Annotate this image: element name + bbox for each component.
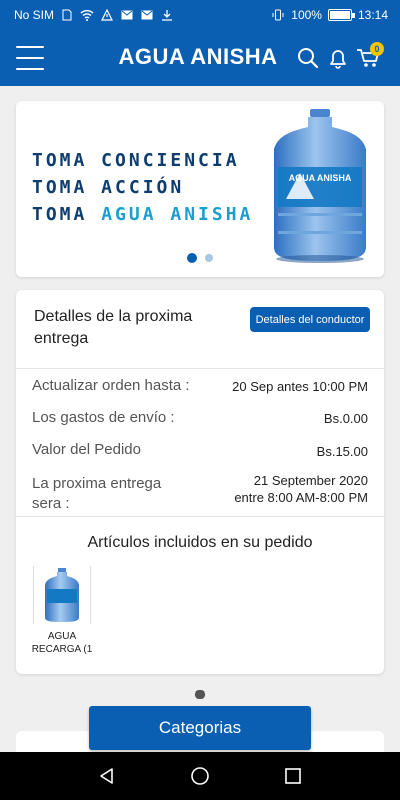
banner-slogan: TOMA CONCIENCIA TOMA ACCIÓN TOMA AGUA AN… xyxy=(32,147,253,228)
app-title: AGUA ANISHA xyxy=(118,44,278,69)
home-icon[interactable] xyxy=(180,756,220,796)
categories-button[interactable]: Categorias xyxy=(89,706,311,750)
app-bar: AGUA ANISHA 0 xyxy=(0,30,400,86)
promo-banner[interactable]: TOMA CONCIENCIA TOMA ACCIÓN TOMA AGUA AN… xyxy=(16,101,384,277)
recents-icon[interactable] xyxy=(273,756,313,796)
banner-line-1: TOMA CONCIENCIA xyxy=(32,150,240,171)
carousel-indicator xyxy=(16,253,384,263)
wifi-icon xyxy=(80,8,94,22)
order-item[interactable]: AGUA RECARGA (1 xyxy=(30,566,94,656)
driver-details-button[interactable]: Detalles del conductor xyxy=(250,307,370,332)
next-delivery-label: La proxima entrega sera : xyxy=(32,475,162,512)
product-image xyxy=(33,566,91,624)
update-order-value: 20 Sep antes 10:00 PM xyxy=(232,379,368,394)
page-indicator-dot xyxy=(195,690,205,699)
update-order-label: Actualizar orden hasta : xyxy=(32,377,190,394)
battery-percent: 100% xyxy=(291,8,322,22)
next-delivery-window: entre 8:00 AM-8:00 PM xyxy=(234,490,368,505)
system-nav-bar xyxy=(0,752,400,800)
battery-icon xyxy=(327,9,355,21)
order-value-label: Valor del Pedido xyxy=(32,441,141,458)
carousel-dot[interactable] xyxy=(187,253,197,263)
banner-line-3-prefix: TOMA xyxy=(32,204,102,225)
vibrate-icon xyxy=(271,8,285,22)
product-name-line-2: RECARGA (1 xyxy=(31,644,93,655)
search-icon[interactable] xyxy=(294,44,322,72)
water-bottle-image: AGUA ANISHA xyxy=(264,107,376,265)
next-delivery-card: Detalles de la proxima entrega Detalles … xyxy=(16,290,384,674)
mail-icon-2 xyxy=(140,8,154,22)
bottle-label-text: AGUA ANISHA xyxy=(289,173,352,183)
product-name-line-1: AGUA xyxy=(47,631,77,642)
mail-icon xyxy=(120,8,134,22)
carousel-dot[interactable] xyxy=(205,254,213,262)
next-delivery-date: 21 September 2020 xyxy=(253,473,368,488)
next-delivery-title: Detalles de la proxima entrega xyxy=(34,308,193,347)
divider xyxy=(16,516,384,517)
sim-card-icon xyxy=(60,8,74,22)
order-value-value: Bs.15.00 xyxy=(316,444,368,459)
cart-icon[interactable]: 0 xyxy=(354,42,384,72)
shipping-cost-label: Los gastos de envío : xyxy=(32,409,175,426)
banner-line-2: TOMA ACCIÓN xyxy=(32,177,185,198)
banner-line-3-accent: AGUA ANISHA xyxy=(101,204,254,225)
divider xyxy=(16,368,384,369)
clock: 13:14 xyxy=(357,8,388,22)
carrier-text: No SIM xyxy=(14,8,55,22)
shipping-cost-value: Bs.0.00 xyxy=(323,411,368,426)
cart-badge: 0 xyxy=(370,42,384,56)
download-icon xyxy=(160,8,174,22)
included-items-title: Artículos incluidos en su pedido xyxy=(87,534,313,551)
status-bar: No SIM 100% 13:14 xyxy=(0,0,400,30)
alert-icon xyxy=(100,8,114,22)
bell-icon[interactable] xyxy=(324,44,352,72)
back-icon[interactable] xyxy=(87,756,127,796)
